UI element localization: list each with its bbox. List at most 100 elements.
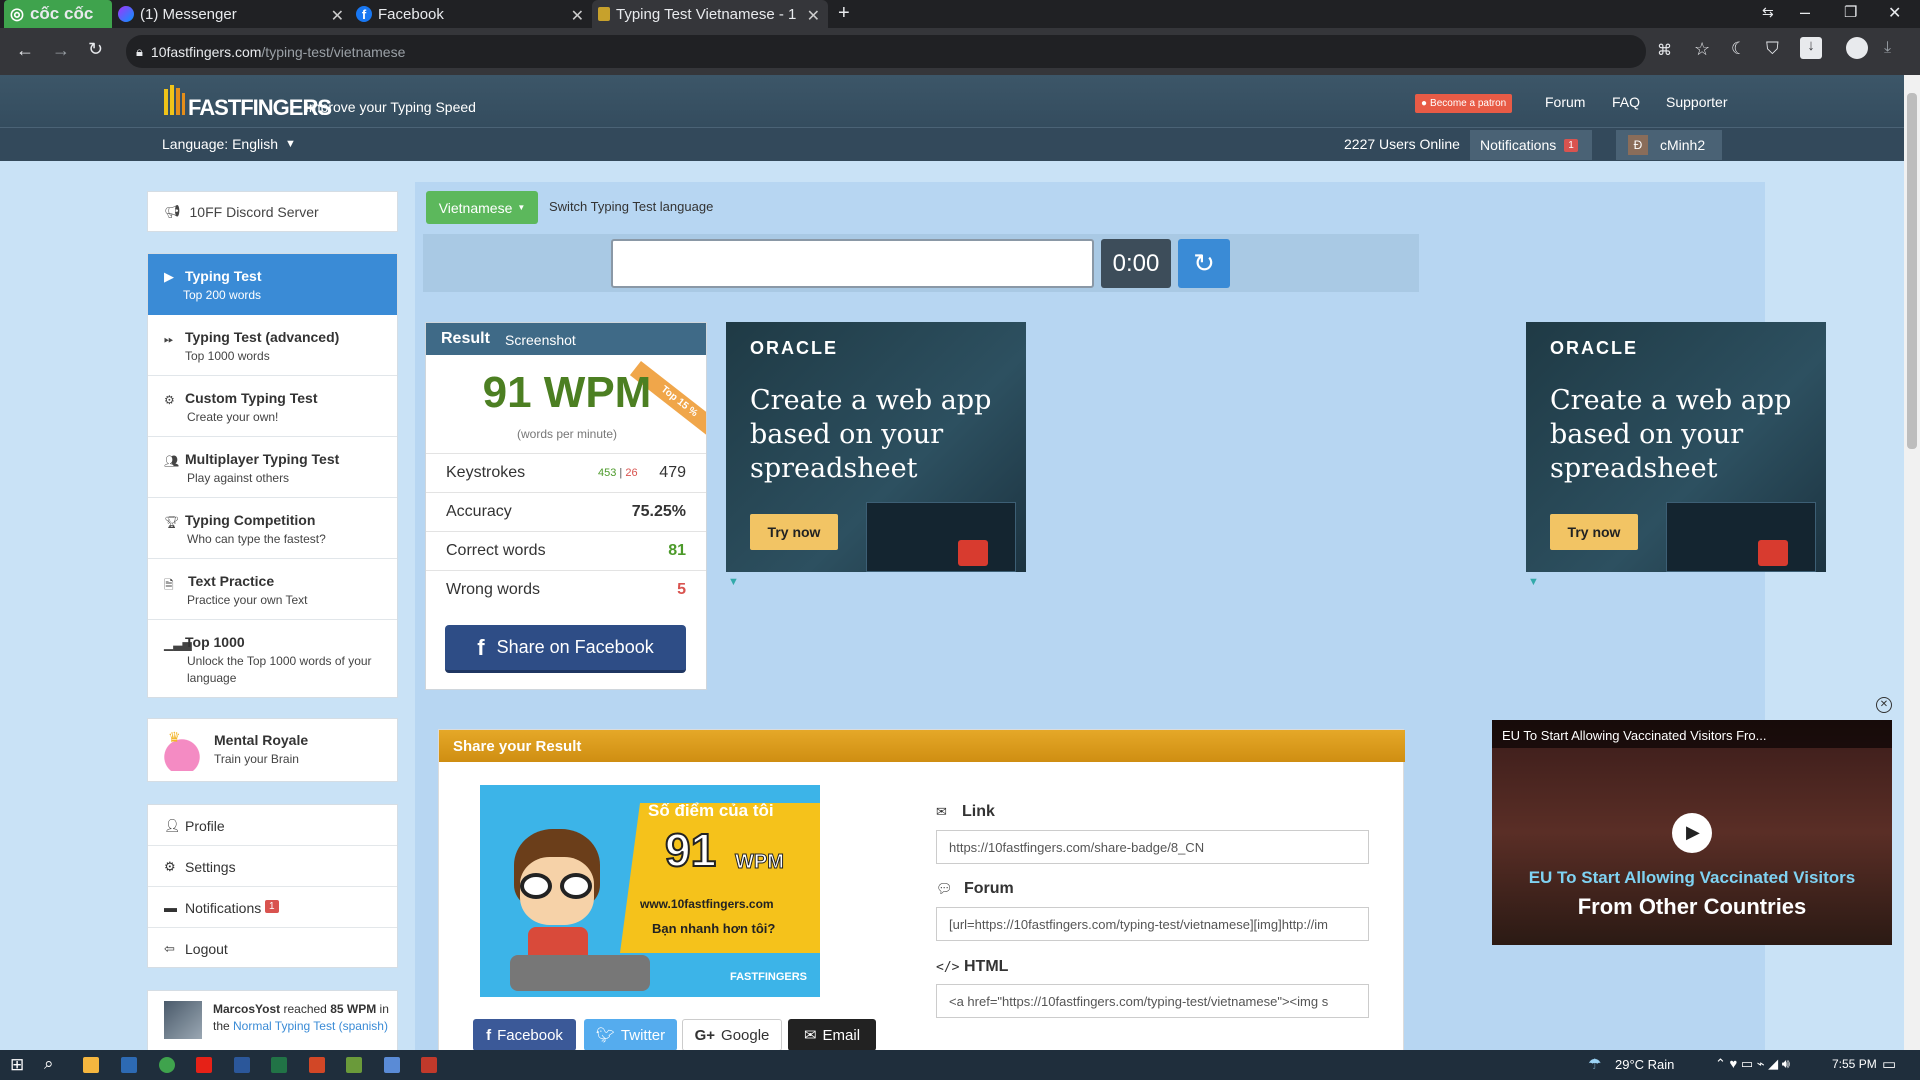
tab-typing-test-active[interactable]: Typing Test Vietnamese - 10F ✕ (592, 0, 828, 28)
restart-button[interactable]: ↻ (1178, 239, 1230, 288)
sidebar-item-top1000[interactable]: ▁▃▅ Top 1000 Unlock the Top 1000 words o… (148, 620, 397, 699)
sidebar-item-competition[interactable]: 🏆︎ Typing Competition Who can type the f… (148, 498, 397, 559)
switch-language-label: Switch Typing Test language (549, 199, 714, 214)
clock[interactable]: 7:55 PM (1832, 1057, 1877, 1071)
coccoc-taskbar-icon[interactable] (159, 1057, 175, 1073)
nav-supporter-link[interactable]: Supporter (1666, 94, 1727, 110)
maximize-icon[interactable]: ❐ (1844, 3, 1857, 21)
search-icon[interactable]: ⌕ (44, 1054, 54, 1074)
close-tab-icon[interactable]: ✕ (571, 6, 584, 26)
typing-input[interactable] (611, 239, 1094, 288)
tab-result[interactable]: Result (441, 330, 490, 348)
tab-screenshot[interactable]: Screenshot (505, 332, 576, 348)
share-twitter-button[interactable]: 🐦︎ Twitter (584, 1019, 677, 1051)
share-google-button[interactable]: G+ Google (682, 1019, 782, 1051)
share-forum-field[interactable]: [url=https://10fastfingers.com/typing-te… (936, 907, 1369, 941)
ad-choices-icon[interactable]: ▼ (1528, 576, 1539, 588)
close-tab-icon[interactable]: ✕ (807, 6, 820, 26)
coccoc-home-tab[interactable]: ◎ cốc cốc (4, 0, 112, 28)
menu-title: Text Practice (188, 573, 275, 589)
download-extension-icon[interactable]: ↓ (1800, 37, 1822, 59)
monitor-app-icon[interactable] (121, 1057, 137, 1073)
badge-wpm-unit: WPM (735, 851, 785, 874)
downloads-icon[interactable]: ⤓ (1884, 39, 1891, 57)
tray-icons[interactable]: ⌃ ♥ ▭ ⌁ ◢ 🔊︎ (1715, 1056, 1790, 1072)
forward-icon[interactable]: → (52, 40, 70, 61)
sidebar-item-custom[interactable]: ⚙ Custom Typing Test Create your own! (148, 376, 397, 437)
play-button[interactable]: ▶ (1672, 813, 1712, 853)
oracle-ad-1[interactable]: ORACLE Create a web app based on your sp… (726, 322, 1026, 572)
activity-link[interactable]: Normal Typing Test (spanish) (233, 1019, 388, 1033)
sidebar-item-settings[interactable]: ⚙ Settings (148, 846, 397, 887)
close-window-icon[interactable]: ✕ (1888, 3, 1901, 23)
scrollbar-thumb[interactable] (1907, 93, 1917, 449)
recorder-app-icon[interactable] (421, 1057, 437, 1073)
notifications-button[interactable]: Notifications 1 (1470, 130, 1592, 160)
sidebar-item-advanced[interactable]: ⏩︎ Typing Test (advanced) Top 1000 words (148, 315, 397, 376)
nav-faq-link[interactable]: FAQ (1612, 94, 1640, 110)
powerpoint-icon[interactable] (309, 1057, 325, 1073)
notification-center-icon[interactable]: ▭ (1882, 1055, 1896, 1073)
cube-app-icon[interactable] (384, 1057, 400, 1073)
new-tab-icon[interactable]: + (838, 2, 850, 25)
sidebar-item-notifications[interactable]: ▬ Notifications 1 (148, 887, 397, 928)
stat-label: Wrong words (446, 581, 540, 598)
ad-choices-icon[interactable]: ▼ (728, 576, 739, 588)
sidebar-item-text-practice[interactable]: 🗎 Text Practice Practice your own Text (148, 559, 397, 620)
share-on-facebook-button[interactable]: f Share on Facebook (445, 625, 686, 673)
become-patron-button[interactable]: ● Become a patron (1415, 94, 1513, 113)
mental-royale-promo[interactable]: ♛ Mental Royale Train your Brain (147, 718, 398, 782)
fingers-logo-icon (164, 85, 185, 115)
close-tab-icon[interactable]: ✕ (331, 6, 344, 26)
video-player[interactable]: EU To Start Allowing Vaccinated Visitors… (1492, 720, 1892, 945)
ad-cta-button[interactable]: Try now (750, 514, 838, 550)
close-video-icon[interactable]: ✕ (1876, 697, 1892, 713)
accuracy-value: 75.25% (631, 503, 686, 520)
youtube-icon[interactable] (196, 1057, 212, 1073)
share-html-field[interactable]: <a href="https://10fastfingers.com/typin… (936, 984, 1369, 1018)
translate-icon[interactable]: ⌘ (1657, 41, 1672, 59)
badge-wpm-number: 91 (664, 823, 717, 877)
activity-user[interactable]: MarcosYost (213, 1002, 280, 1016)
browser-tab-bar: ◎ cốc cốc (1) Messenger ✕ f Facebook ✕ T… (0, 0, 1920, 28)
dark-mode-icon[interactable]: ☾ (1731, 39, 1746, 59)
file-explorer-icon[interactable] (83, 1057, 99, 1073)
language-dropdown[interactable]: Language: English ▼ (162, 136, 296, 152)
bookmark-star-icon[interactable]: ☆ (1694, 39, 1710, 60)
sidebar-item-typing-test[interactable]: ▶ Typing Test Top 200 words (148, 254, 397, 315)
ad-cta-button[interactable]: Try now (1550, 514, 1638, 550)
document-icon: 🗎 (164, 578, 174, 592)
envelope-icon: ✉ (803, 1027, 817, 1044)
excel-icon[interactable] (271, 1057, 287, 1073)
user-menu[interactable]: Đ cMinh2 (1616, 130, 1722, 160)
timer-value: 0:00 (1112, 249, 1160, 277)
tab-facebook[interactable]: f Facebook ✕ (352, 0, 592, 28)
language-select-button[interactable]: Vietnamese ▼ (426, 191, 538, 224)
share-link-field[interactable]: https://10fastfingers.com/share-badge/8_… (936, 830, 1369, 864)
sidebar-item-profile[interactable]: 👤︎ Profile (148, 805, 397, 846)
wpm-value: 91 WPM (482, 368, 652, 417)
minecraft-icon[interactable] (346, 1057, 362, 1073)
windows-start-icon[interactable]: ⊞ (10, 1055, 24, 1075)
weather-text[interactable]: 29°C Rain (1615, 1057, 1674, 1072)
reload-icon[interactable]: ↻ (88, 39, 103, 60)
word-icon[interactable] (234, 1057, 250, 1073)
code-icon: </> (936, 960, 960, 975)
tab-messenger[interactable]: (1) Messenger ✕ (112, 0, 352, 28)
profile-avatar-icon[interactable] (1846, 37, 1868, 59)
oracle-ad-2[interactable]: ORACLE Create a web app based on your sp… (1526, 322, 1826, 572)
tab-search-icon[interactable]: ⇆ (1762, 4, 1774, 21)
discord-link[interactable]: 📢︎ 10FF Discord Server (147, 191, 398, 232)
crown-icon: ♛ (168, 729, 181, 745)
url-field[interactable]: 🔒︎ 10fastfingers.com /typing-test/vietna… (126, 35, 1646, 68)
sidebar-item-logout[interactable]: ⇦ Logout (148, 928, 397, 969)
nav-forum-link[interactable]: Forum (1545, 94, 1585, 110)
shield-extension-icon[interactable]: ⛉ (1766, 39, 1779, 59)
share-email-button[interactable]: ✉ Email (788, 1019, 876, 1051)
page-scrollbar[interactable] (1904, 75, 1920, 1050)
sidebar-item-multiplayer[interactable]: 👥︎ Multiplayer Typing Test Play against … (148, 437, 397, 498)
coccoc-brand: cốc cốc (29, 4, 94, 23)
back-icon[interactable]: ← (16, 40, 34, 61)
minimize-icon[interactable]: – (1800, 2, 1810, 23)
share-facebook-button[interactable]: f Facebook (473, 1019, 576, 1051)
